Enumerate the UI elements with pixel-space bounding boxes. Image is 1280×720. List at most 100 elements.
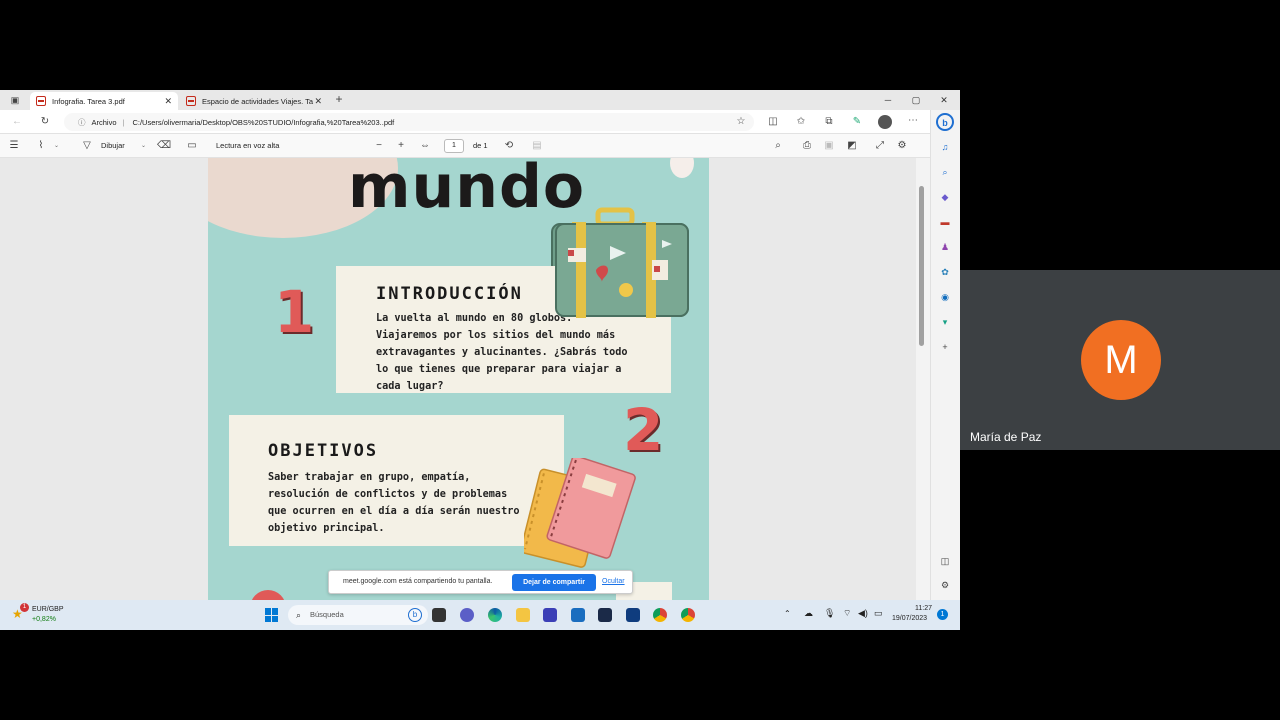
hide-sidebar-icon[interactable]: ◫: [938, 554, 952, 568]
close-window-button[interactable]: ✕: [930, 92, 958, 108]
sidebar-settings-icon[interactable]: ⚙: [938, 578, 952, 592]
intro-heading: INTRODUCCIÓN: [376, 284, 523, 304]
file-explorer-icon[interactable]: [516, 608, 530, 622]
back-icon[interactable]: ←: [10, 116, 24, 128]
add-sidebar-app-icon[interactable]: +: [938, 340, 952, 354]
microsoft365-icon[interactable]: ✿: [938, 265, 952, 279]
taskbar-search[interactable]: ⌕ Búsqueda b: [288, 605, 428, 625]
pdf-toolbar: ☰ ⌇ ⌄ ▽ Dibujar ⌄ ⌫ ▭ Lectura en voz alt…: [0, 134, 930, 158]
stop-sharing-button[interactable]: Dejar de compartir: [512, 574, 596, 591]
tab-close-icon[interactable]: ✕: [164, 96, 172, 107]
address-bar: ← ↻ ⓘ Archivo | C:/Users/olivermaria/Des…: [0, 110, 960, 134]
tools-icon[interactable]: ▬: [938, 215, 952, 229]
microphone-icon[interactable]: 🎙︎: [824, 608, 835, 619]
task-view-icon[interactable]: [432, 608, 446, 622]
widget-badge: 1: [20, 603, 29, 612]
drop-icon[interactable]: ▾: [938, 315, 952, 329]
new-tab-icon[interactable]: +: [332, 93, 346, 105]
fit-page-icon[interactable]: ⇔: [418, 140, 432, 152]
outlook-icon[interactable]: ◉: [938, 290, 952, 304]
save-as-icon[interactable]: ◩: [845, 140, 859, 152]
volume-icon[interactable]: ◀): [858, 608, 868, 619]
print-icon[interactable]: ⎙: [800, 140, 814, 152]
rotate-icon[interactable]: ⟲: [502, 140, 516, 152]
draw-icon[interactable]: ▽: [80, 140, 94, 152]
site-label: Archivo: [91, 117, 117, 127]
battery-icon[interactable]: ▭: [874, 608, 883, 619]
copilot-icon[interactable]: b: [936, 113, 954, 131]
scrollbar-thumb[interactable]: [919, 186, 924, 346]
read-aloud-button[interactable]: Lectura en voz alta: [216, 140, 279, 152]
chrome-profile-icon[interactable]: [681, 608, 695, 622]
screen-share-notice: meet.google.com está compartiendo tu pan…: [328, 570, 633, 594]
favorites-icon[interactable]: ✩: [794, 116, 808, 128]
ticker-name[interactable]: EUR/GBP: [32, 606, 64, 613]
tab-infografia[interactable]: Infografia. Tarea 3.pdf ✕: [30, 92, 178, 110]
hide-notice-link[interactable]: Ocultar: [602, 578, 625, 585]
settings-icon[interactable]: ⚙: [895, 140, 909, 152]
clock-time[interactable]: 11:27: [908, 605, 932, 612]
fullscreen-icon[interactable]: ⤢: [873, 140, 887, 152]
extensions-icon[interactable]: ✎: [850, 116, 864, 128]
screen: ▣ Infografia. Tarea 3.pdf ✕ Espacio de a…: [0, 0, 1280, 720]
contents-icon[interactable]: ☰: [7, 140, 21, 152]
pdf-page: mundo 1 INTRODUCCIÓN La vuelta al mundo …: [208, 158, 709, 630]
refresh-icon[interactable]: ↻: [38, 116, 52, 128]
section-number-1: 1: [274, 278, 315, 346]
sidebar-search-icon[interactable]: ⌕: [938, 165, 952, 179]
notifications-icon[interactable]: ♫: [938, 140, 952, 154]
onedrive-icon[interactable]: ☁: [804, 608, 813, 619]
pdf-viewer[interactable]: mundo 1 INTRODUCCIÓN La vuelta al mundo …: [0, 158, 916, 630]
page-view-icon[interactable]: ▤: [530, 140, 544, 152]
split-screen-icon[interactable]: ◫: [766, 116, 780, 128]
zoom-in-icon[interactable]: +: [394, 140, 408, 152]
app-icon[interactable]: [543, 608, 557, 622]
games-icon[interactable]: ♟: [938, 240, 952, 254]
page-number-input[interactable]: 1: [444, 139, 464, 153]
pdf-icon: [36, 96, 46, 106]
favorite-star-icon[interactable]: ☆: [734, 116, 748, 128]
tab-label: Espacio de actividades Viajes. Ta: [202, 96, 314, 106]
calculator-icon[interactable]: [571, 608, 585, 622]
url-field[interactable]: ⓘ Archivo | C:/Users/olivermaria/Desktop…: [64, 113, 754, 131]
search-icon: ⌕: [296, 610, 302, 620]
zoom-out-icon[interactable]: −: [372, 140, 386, 152]
minimize-button[interactable]: ─: [874, 92, 902, 108]
page-total: de 1: [473, 141, 488, 150]
chrome-icon[interactable]: [653, 608, 667, 622]
draw-chevron-icon[interactable]: ⌄: [141, 140, 146, 152]
notebooks-illustration: [524, 458, 636, 568]
profile-avatar[interactable]: [878, 115, 892, 129]
draw-button[interactable]: Dibujar: [101, 140, 125, 152]
vertical-scrollbar[interactable]: [916, 158, 930, 630]
tray-overflow-icon[interactable]: ⌃: [784, 609, 791, 618]
participant-avatar: M: [1081, 320, 1161, 400]
read-aloud-icon[interactable]: ▭: [185, 140, 199, 152]
highlight-icon[interactable]: ⌇: [34, 140, 48, 152]
objectives-card: OBJETIVOS Saber trabajar en grupo, empat…: [229, 415, 564, 546]
tab-actions-icon[interactable]: ▣: [8, 94, 22, 106]
maximize-button[interactable]: ▢: [902, 92, 930, 108]
share-message: meet.google.com está compartiendo tu pan…: [343, 578, 493, 585]
eraser-icon[interactable]: ⌫: [157, 140, 171, 152]
tab-espacio-actividades[interactable]: Espacio de actividades Viajes. Ta ✕: [180, 92, 328, 110]
store-icon[interactable]: [626, 608, 640, 622]
section-number-2: 2: [623, 396, 664, 464]
start-button[interactable]: [265, 608, 279, 622]
teams-chat-icon[interactable]: [460, 608, 474, 622]
shopping-icon[interactable]: ◆: [938, 190, 952, 204]
prime-video-icon[interactable]: [598, 608, 612, 622]
save-icon[interactable]: ▣: [822, 140, 836, 152]
collections-icon[interactable]: ⧉: [822, 116, 836, 128]
intro-body: La vuelta al mundo en 80 globos. Viajare…: [376, 313, 628, 392]
notification-badge[interactable]: 1: [937, 609, 948, 620]
tab-bar: ▣ Infografia. Tarea 3.pdf ✕ Espacio de a…: [0, 90, 960, 110]
search-icon[interactable]: ⌕: [771, 140, 785, 152]
more-menu-icon[interactable]: ⋯: [906, 115, 920, 127]
highlight-chevron-icon[interactable]: ⌄: [54, 140, 59, 152]
url-text: C:/Users/olivermaria/Desktop/OBS%20STUDI…: [132, 117, 395, 127]
clock-date[interactable]: 19/07/2023: [892, 615, 927, 622]
tab-close-icon[interactable]: ✕: [314, 96, 322, 107]
edge-taskbar-icon[interactable]: [488, 608, 502, 622]
wifi-icon[interactable]: ⌔: [843, 608, 851, 619]
